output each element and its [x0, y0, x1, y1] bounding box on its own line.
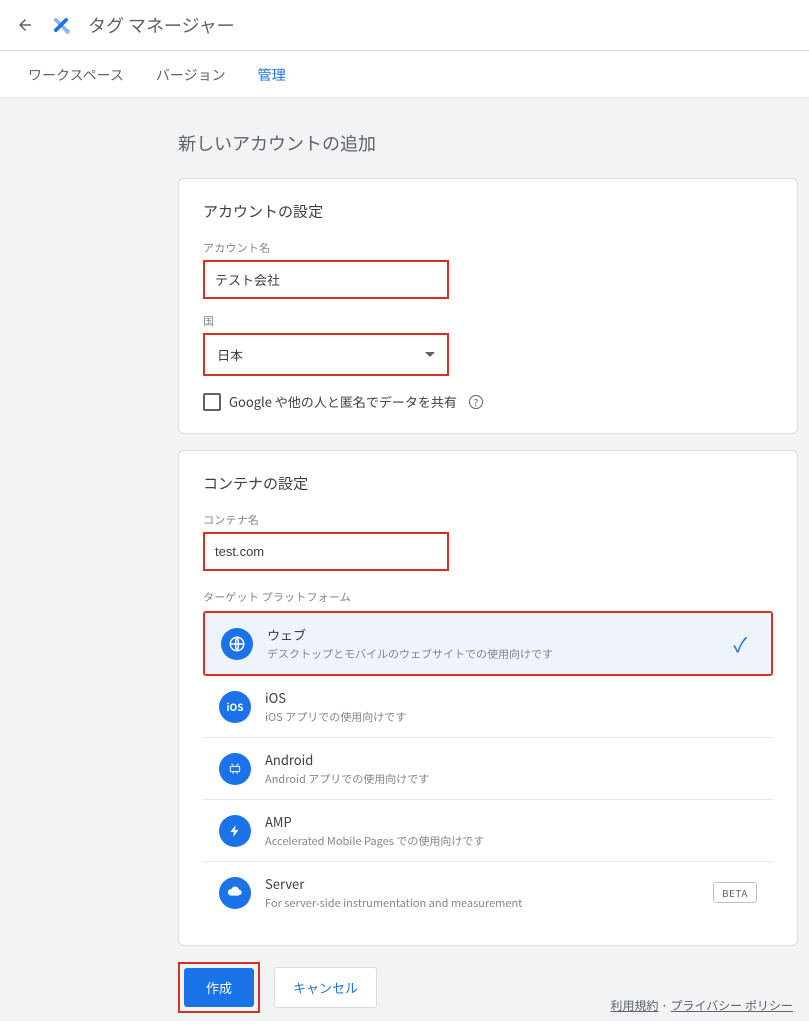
cloud-icon [219, 877, 251, 909]
account-name-label: アカウント名 [203, 240, 773, 256]
container-name-label: コンテナ名 [203, 512, 773, 528]
container-section-title: コンテナの設定 [203, 473, 773, 494]
create-button[interactable]: 作成 [184, 968, 254, 1007]
footer: 利用規約 · プライバシー ポリシー [610, 997, 793, 1014]
platform-web[interactable]: ウェブ デスクトップとモバイルのウェブサイトでの使用向けです ✓ [205, 613, 771, 674]
cancel-button[interactable]: キャンセル [274, 967, 377, 1008]
platform-desc: For server-side instrumentation and meas… [265, 895, 699, 911]
platform-name: ウェブ [267, 625, 719, 644]
tag-manager-logo [50, 14, 72, 36]
platform-desc: デスクトップとモバイルのウェブサイトでの使用向けです [267, 646, 719, 662]
country-select[interactable]: 日本 [205, 335, 447, 374]
page-title: 新しいアカウントの追加 [0, 126, 809, 178]
app-title: タグ マネージャー [88, 12, 235, 38]
bolt-icon [219, 815, 251, 847]
nav-tabs: ワークスペース バージョン 管理 [0, 51, 809, 98]
back-icon[interactable] [16, 16, 34, 34]
terms-link[interactable]: 利用規約 [610, 997, 658, 1014]
platform-label: ターゲット プラットフォーム [203, 589, 773, 605]
account-name-input[interactable] [205, 262, 447, 297]
ios-icon: iOS [219, 691, 251, 723]
account-section-title: アカウントの設定 [203, 201, 773, 222]
platform-desc: Android アプリでの使用向けです [265, 771, 757, 787]
container-settings-card: コンテナの設定 コンテナ名 ターゲット プラットフォーム ウェブ デスクトップと… [178, 450, 798, 946]
privacy-link[interactable]: プライバシー ポリシー [671, 997, 793, 1014]
tab-admin[interactable]: 管理 [258, 65, 286, 85]
android-icon [219, 753, 251, 785]
help-icon[interactable]: ? [469, 395, 483, 409]
globe-icon [221, 628, 253, 660]
platform-ios[interactable]: iOS iOS iOS アプリでの使用向けです [203, 676, 773, 738]
platform-name: iOS [265, 688, 757, 707]
platform-android[interactable]: Android Android アプリでの使用向けです [203, 738, 773, 800]
platform-desc: iOS アプリでの使用向けです [265, 709, 757, 725]
platform-desc: Accelerated Mobile Pages での使用向けです [265, 833, 757, 849]
caret-down-icon [425, 352, 435, 357]
container-name-input[interactable] [205, 534, 447, 569]
platform-name: AMP [265, 812, 757, 831]
country-value: 日本 [217, 345, 243, 364]
tab-workspace[interactable]: ワークスペース [28, 65, 124, 85]
platform-amp[interactable]: AMP Accelerated Mobile Pages での使用向けです [203, 800, 773, 862]
tab-version[interactable]: バージョン [156, 65, 226, 85]
share-anon-checkbox[interactable] [203, 393, 221, 411]
platform-name: Android [265, 750, 757, 769]
account-settings-card: アカウントの設定 アカウント名 国 日本 Google や他の人と匿名でデータを… [178, 178, 798, 434]
platform-name: Server [265, 874, 699, 893]
beta-badge: BETA [713, 882, 757, 903]
country-label: 国 [203, 313, 773, 329]
check-icon: ✓ [733, 629, 747, 658]
share-anon-label: Google や他の人と匿名でデータを共有 [229, 392, 457, 411]
platform-server[interactable]: Server For server-side instrumentation a… [203, 862, 773, 923]
